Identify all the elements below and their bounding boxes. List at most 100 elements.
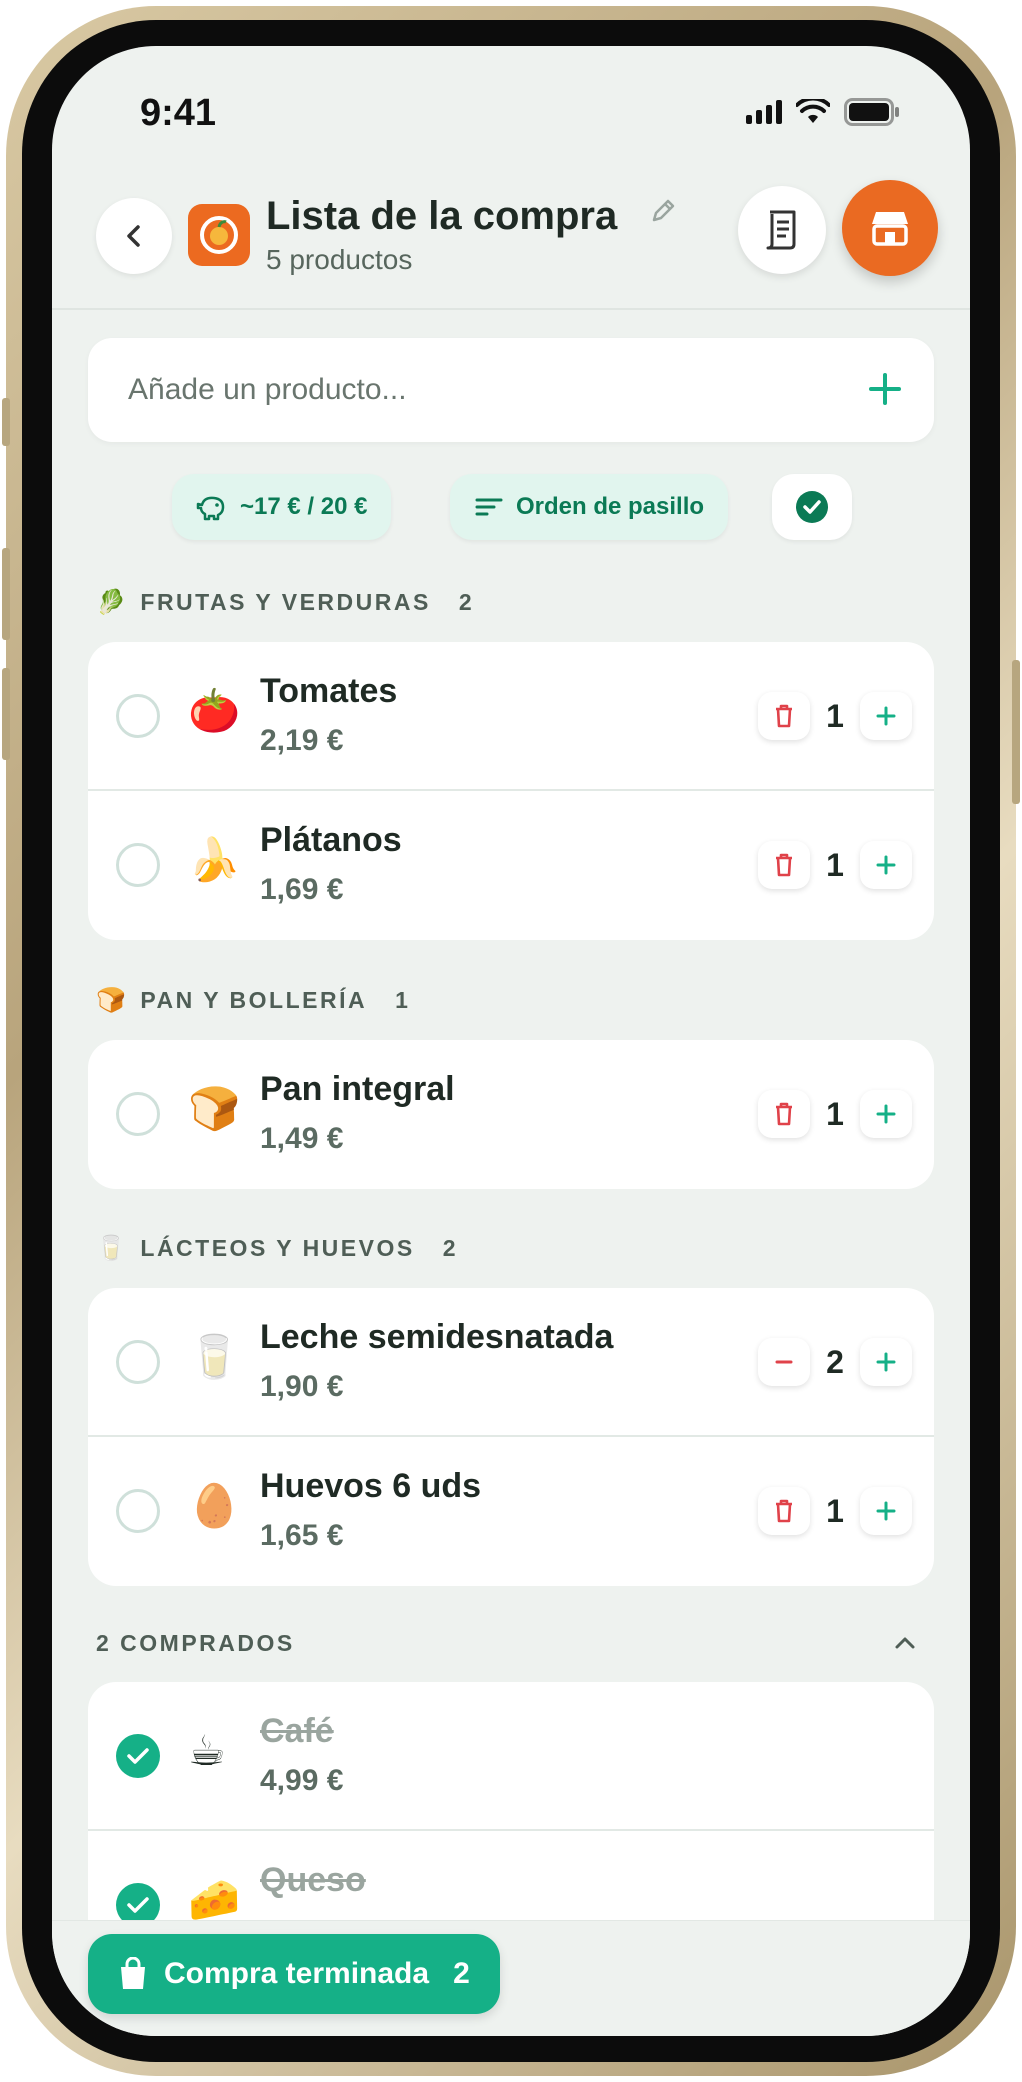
item-emoji: 🥚 — [188, 1481, 241, 1530]
item-checked[interactable] — [116, 1734, 160, 1778]
quantity-stepper: 1 — [758, 1090, 912, 1138]
quantity-stepper: 2 — [758, 1338, 912, 1386]
item-name: Leche semidesnatada — [260, 1318, 614, 1356]
increment-button[interactable] — [860, 1338, 912, 1386]
status-icons — [746, 98, 900, 126]
purchased-item[interactable]: ☕ Café 4,99 € — [88, 1682, 934, 1831]
chevron-up-icon[interactable] — [892, 1634, 918, 1652]
section-card-pan: 🍞 Pan integral 1,49 € 1 — [88, 1040, 934, 1189]
chevron-left-icon — [127, 225, 140, 247]
edit-pencil-icon[interactable] — [648, 196, 678, 226]
add-product-input[interactable] — [128, 368, 808, 412]
volume-down-button — [2, 668, 10, 760]
item-emoji: 🧀 — [188, 1875, 241, 1924]
item-emoji: 🥛 — [188, 1332, 241, 1381]
section-count: 2 — [458, 589, 475, 615]
delete-button[interactable] — [758, 692, 810, 740]
increment-button[interactable] — [860, 692, 912, 740]
decrement-button[interactable] — [758, 1338, 810, 1386]
item-name: Tomates — [260, 672, 398, 710]
add-plus-icon[interactable] — [866, 370, 904, 408]
purchased-header[interactable]: 2 COMPRADOS — [96, 1630, 295, 1657]
section-card-frutas: 🍅 Tomates 2,19 € 1 🍌 Plátanos 1,69 € 1 — [88, 642, 934, 940]
sort-lines-icon — [475, 498, 503, 516]
store-button[interactable] — [842, 180, 938, 276]
section-header-frutas: 🥬 FRUTAS Y VERDURAS 2 — [96, 588, 474, 617]
quantity-value: 1 — [826, 697, 844, 734]
increment-button[interactable] — [860, 841, 912, 889]
increment-button[interactable] — [860, 1487, 912, 1535]
quantity-stepper: 1 — [758, 1487, 912, 1535]
app-logo — [188, 204, 250, 266]
item-emoji: 🍌 — [188, 835, 241, 884]
quantity-value: 1 — [826, 846, 844, 883]
plus-icon — [876, 706, 896, 726]
mute-switch — [2, 398, 10, 446]
list-header: Lista de la compra 5 productos — [52, 174, 970, 310]
item-checkbox[interactable] — [116, 1489, 160, 1533]
item-price: 1,49 € — [260, 1122, 344, 1155]
list-item[interactable]: 🍅 Tomates 2,19 € 1 — [88, 642, 934, 791]
show-purchased-toggle[interactable] — [772, 474, 852, 540]
plus-icon — [876, 1501, 896, 1521]
trash-icon — [776, 853, 792, 877]
item-price: 1,65 € — [260, 1519, 344, 1552]
budget-chip[interactable]: ~17 € / 20 € — [172, 474, 392, 540]
check-icon — [127, 1748, 149, 1764]
section-emoji: 🥛 — [96, 1235, 129, 1262]
section-emoji: 🍞 — [96, 987, 129, 1014]
section-card-lacteos: 🥛 Leche semidesnatada 1,90 € 2 🥚 Huevos … — [88, 1288, 934, 1586]
volume-up-button — [2, 548, 10, 640]
item-checkbox[interactable] — [116, 694, 160, 738]
check-icon — [127, 1897, 149, 1913]
list-item[interactable]: 🍌 Plátanos 1,69 € 1 — [88, 791, 934, 940]
app-screen: 9:41 Lista de la compra 5 productos Añad… — [52, 46, 970, 2036]
status-time: 9:41 — [140, 92, 217, 134]
minus-icon — [775, 1360, 793, 1364]
delete-button[interactable] — [758, 1090, 810, 1138]
quantity-stepper: 1 — [758, 841, 912, 889]
purchased-title: 2 COMPRADOS — [96, 1630, 295, 1656]
list-item[interactable]: 🥛 Leche semidesnatada 1,90 € 2 — [88, 1288, 934, 1437]
shopping-bag-icon — [121, 1957, 145, 1989]
item-checkbox[interactable] — [116, 843, 160, 887]
piggy-bank-icon — [196, 496, 225, 521]
list-item[interactable]: 🥚 Huevos 6 uds 1,65 € 1 — [88, 1437, 934, 1586]
item-name: Queso — [260, 1861, 366, 1899]
item-price: 1,90 € — [260, 1370, 344, 1403]
receipt-button[interactable] — [738, 186, 826, 274]
list-title: Lista de la compra — [266, 194, 618, 238]
wifi-icon — [796, 99, 830, 123]
increment-button[interactable] — [860, 1090, 912, 1138]
item-emoji: ☕ — [188, 1726, 226, 1775]
item-price: 4,99 € — [260, 1764, 344, 1797]
item-emoji: 🍞 — [188, 1084, 241, 1133]
back-button[interactable] — [96, 198, 172, 274]
quantity-value: 1 — [826, 1095, 844, 1132]
item-checkbox[interactable] — [116, 1092, 160, 1136]
quantity-value: 2 — [826, 1343, 844, 1380]
delete-button[interactable] — [758, 841, 810, 889]
sort-label: Orden de pasillo — [516, 493, 705, 520]
list-item[interactable]: 🍞 Pan integral 1,49 € 1 — [88, 1040, 934, 1189]
trash-icon — [776, 1102, 792, 1126]
finish-shopping-button[interactable]: Compra terminada 2 — [88, 1934, 500, 2014]
product-count: 5 productos — [266, 244, 413, 275]
cellular-signal-icon — [746, 100, 782, 124]
finish-label: Compra terminada — [164, 1957, 430, 1990]
trash-icon — [776, 704, 792, 728]
item-checkbox[interactable] — [116, 1340, 160, 1384]
receipt-icon — [766, 210, 796, 250]
section-count: 1 — [395, 987, 411, 1013]
budget-label: ~17 € / 20 € — [240, 493, 368, 520]
sort-chip[interactable]: Orden de pasillo — [450, 474, 729, 540]
item-price: 2,19 € — [260, 724, 344, 757]
basket-logo-icon — [200, 216, 238, 254]
section-header-lacteos: 🥛 LÁCTEOS Y HUEVOS 2 — [96, 1234, 458, 1263]
delete-button[interactable] — [758, 1487, 810, 1535]
plus-icon — [876, 1104, 896, 1124]
section-title: PAN Y BOLLERÍA — [140, 987, 368, 1013]
check-circle-icon — [796, 491, 828, 523]
finish-count: 2 — [453, 1957, 470, 1990]
add-product-box — [88, 338, 934, 442]
